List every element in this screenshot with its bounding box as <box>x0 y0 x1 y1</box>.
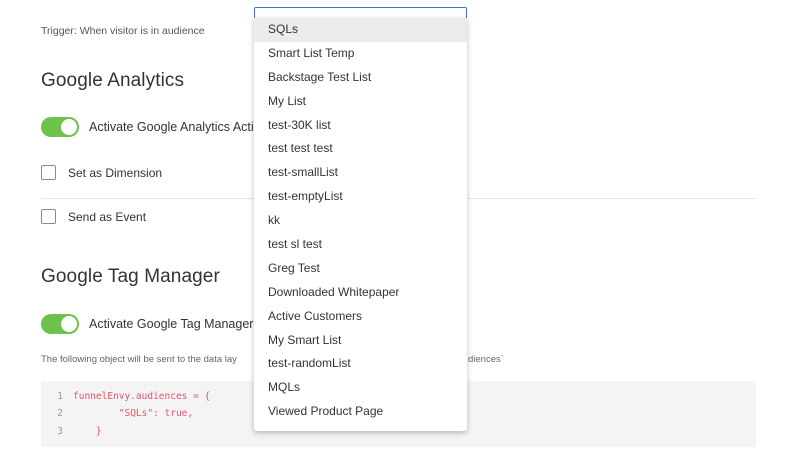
toggle-knob <box>61 316 77 332</box>
ga-activate-toggle[interactable] <box>41 117 79 137</box>
dropdown-option[interactable]: test-randomList <box>254 352 467 376</box>
gtm-activate-row: Activate Google Tag Manager A <box>41 314 265 334</box>
code-text: } <box>73 426 102 437</box>
dropdown-option[interactable]: test sl test <box>254 233 467 257</box>
dropdown-option[interactable]: test test test <box>254 137 467 161</box>
set-dimension-row: Set as Dimension <box>41 165 162 180</box>
set-dimension-checkbox[interactable] <box>41 165 56 180</box>
code-line: 2 "SQLs": true, <box>41 408 193 419</box>
dropdown-option[interactable]: Downloaded Whitepaper <box>254 281 467 305</box>
dropdown-option[interactable]: MQLs <box>254 376 467 400</box>
set-dimension-label: Set as Dimension <box>68 165 163 180</box>
send-event-checkbox[interactable] <box>41 209 56 224</box>
code-line: 1 funnelEnvy.audiences = { <box>41 391 210 402</box>
dropdown-option[interactable]: Backstage Test List <box>254 66 467 90</box>
gtm-activate-toggle[interactable] <box>41 314 79 334</box>
audience-dropdown-menu: SQLs Smart List Temp Backstage Test List… <box>254 18 467 431</box>
google-tag-manager-title: Google Tag Manager <box>41 266 220 287</box>
send-event-row: Send as Event <box>41 209 146 224</box>
data-layer-info-text: The following object will be sent to the… <box>41 354 237 365</box>
toggle-knob <box>61 119 77 135</box>
line-number: 2 <box>57 408 63 419</box>
gtm-activate-label: Activate Google Tag Manager A <box>89 317 265 331</box>
dropdown-option[interactable]: test-30K list <box>254 114 467 138</box>
dropdown-option[interactable]: test-emptyList <box>254 185 467 209</box>
dropdown-option[interactable]: Smart List Temp <box>254 42 467 66</box>
dropdown-option[interactable]: kk <box>254 209 467 233</box>
code-text: funnelEnvy.audiences = { <box>73 391 211 402</box>
line-number: 3 <box>57 426 63 437</box>
trigger-text: Trigger: When visitor is in audience <box>41 25 205 37</box>
dropdown-option[interactable]: Greg Test <box>254 257 467 281</box>
code-line: 3 } <box>41 426 102 437</box>
data-layer-info-tail: diences` <box>468 354 504 365</box>
dropdown-option[interactable]: test-smallList <box>254 161 467 185</box>
code-text: "SQLs": true, <box>73 408 194 419</box>
dropdown-option[interactable]: Viewed Product Page <box>254 400 467 424</box>
line-number: 1 <box>57 391 63 402</box>
dropdown-option[interactable]: My List <box>254 90 467 114</box>
ga-activate-row: Activate Google Analytics Actio <box>41 117 261 137</box>
dropdown-option[interactable]: SQLs <box>254 18 467 42</box>
dropdown-option[interactable]: Active Customers <box>254 305 467 329</box>
ga-activate-label: Activate Google Analytics Actio <box>89 120 261 134</box>
google-analytics-title: Google Analytics <box>41 70 185 91</box>
send-event-label: Send as Event <box>68 209 147 224</box>
dropdown-option[interactable]: My Smart List <box>254 329 467 353</box>
